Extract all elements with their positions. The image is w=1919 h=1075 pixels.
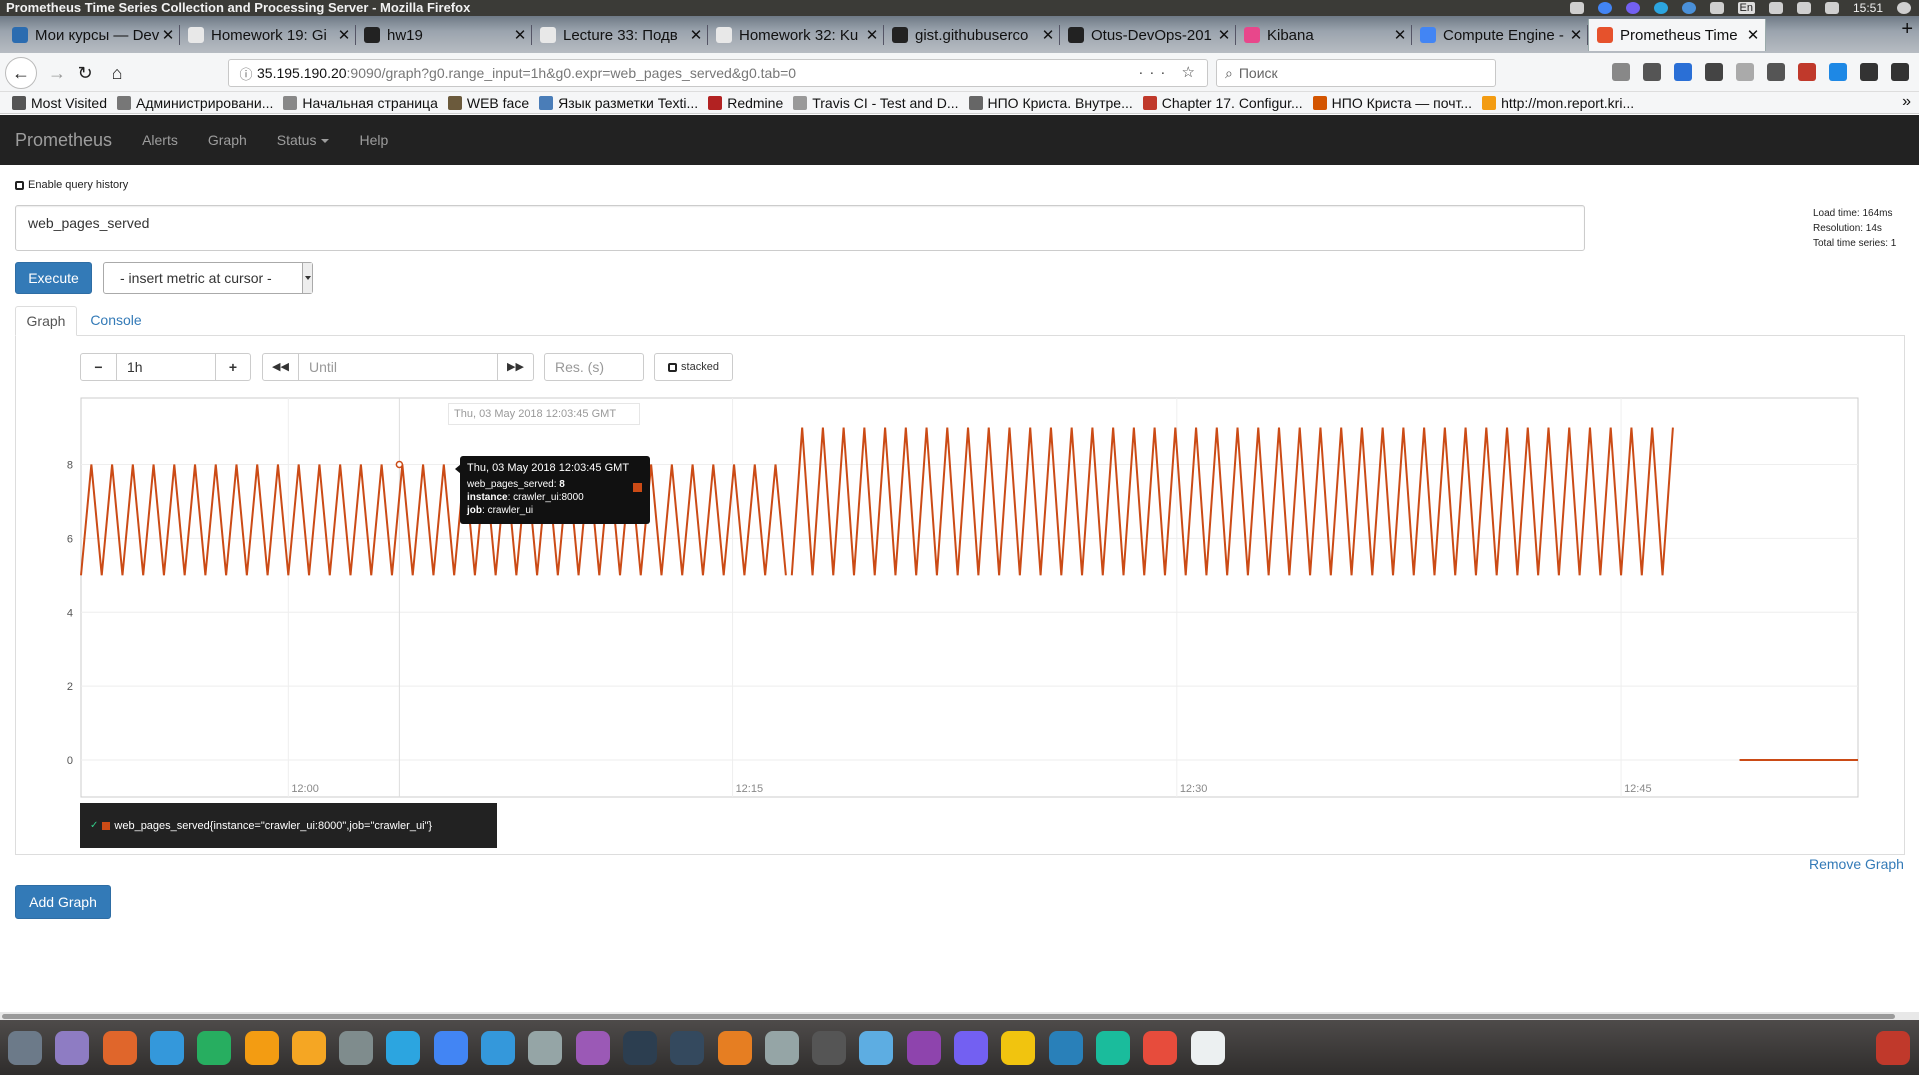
dock-app-icon[interactable]: [339, 1031, 374, 1065]
y-tick-label: 8: [67, 460, 73, 472]
remove-graph-link[interactable]: Remove Graph: [1809, 856, 1904, 872]
dock-app-icon[interactable]: [149, 1031, 184, 1065]
dock-app-icon[interactable]: [481, 1031, 515, 1065]
tooltip-instance: instance: crawler_ui:8000: [467, 492, 584, 503]
graph-legend[interactable]: ✓ web_pages_served{instance="crawler_ui:…: [80, 803, 497, 848]
data-tooltip: Thu, 03 May 2018 12:03:45 GMT web_pages_…: [460, 456, 650, 524]
dock-app-icon[interactable]: [812, 1031, 847, 1065]
tooltip-metric-key: web_pages_served: [467, 479, 554, 490]
y-tick-label: 0: [67, 755, 73, 767]
y-tick-label: 4: [67, 607, 73, 619]
tooltip-job-key: job: [467, 505, 482, 516]
y-tick-label: 6: [67, 533, 73, 545]
dock-app-icon[interactable]: [906, 1031, 941, 1065]
dock-app-icon[interactable]: [1095, 1031, 1130, 1065]
dock-app-icon[interactable]: [1001, 1031, 1036, 1065]
dock-app-icon[interactable]: [55, 1031, 90, 1065]
legend-swatch: [102, 821, 111, 830]
horizontal-scrollbar[interactable]: [0, 1012, 1919, 1020]
dock-app-icon[interactable]: [1190, 1031, 1225, 1065]
dock-app-icon[interactable]: [433, 1031, 468, 1065]
tab-graph[interactable]: Graph: [15, 306, 77, 336]
dock-app-icon[interactable]: [1048, 1031, 1083, 1065]
dock-app-icon[interactable]: [528, 1031, 563, 1065]
tooltip-instance-key: instance: [467, 492, 508, 503]
tooltip-metric-value: 8: [559, 479, 565, 490]
dock-app-icon[interactable]: [670, 1031, 705, 1065]
graph-chart[interactable]: 0 2 4 6 8 12:00 12:15 12:30 12:45: [0, 0, 1919, 1075]
legend-label: web_pages_served{instance="crawler_ui:80…: [114, 819, 433, 832]
check-icon: ✓: [90, 820, 99, 831]
dock-app-icon[interactable]: [717, 1031, 752, 1065]
tooltip-series-swatch: [633, 483, 642, 492]
x-tick-label: 12:30: [1180, 783, 1208, 795]
tooltip-instance-value: crawler_ui:8000: [513, 492, 584, 503]
tooltip-job-value: crawler_ui: [487, 505, 534, 516]
dock-taskbar: [0, 1020, 1919, 1075]
tooltip-title: Thu, 03 May 2018 12:03:45 GMT: [467, 462, 630, 474]
trash-icon[interactable]: [1876, 1031, 1910, 1065]
dock-app-icon[interactable]: [197, 1031, 232, 1065]
hover-point: [395, 460, 404, 469]
dock-app-icon[interactable]: [244, 1031, 279, 1065]
dock-app-icon[interactable]: [1143, 1031, 1178, 1065]
hover-time-label: Thu, 03 May 2018 12:03:45 GMT: [448, 403, 640, 425]
dock-app-icon[interactable]: [764, 1031, 799, 1065]
dock-app-icon[interactable]: [102, 1031, 137, 1065]
tooltip-job: job: crawler_ui: [467, 505, 534, 516]
x-tick-label: 12:15: [736, 783, 764, 795]
dock-app-icon[interactable]: [859, 1031, 894, 1065]
dock-app-icon[interactable]: [386, 1031, 421, 1065]
tooltip-metric: web_pages_served: 8: [467, 479, 565, 490]
scrollbar-thumb[interactable]: [2, 1014, 1895, 1019]
x-tick-label: 12:45: [1624, 783, 1652, 795]
y-tick-label: 2: [67, 681, 73, 693]
dock-app-icon[interactable]: [575, 1031, 610, 1065]
dock-app-icon[interactable]: [622, 1031, 657, 1065]
dock-app-icon[interactable]: [954, 1031, 988, 1065]
x-tick-label: 12:00: [291, 783, 319, 795]
dock-app-icon[interactable]: [8, 1031, 42, 1065]
dock-app-icon[interactable]: [291, 1031, 326, 1065]
add-graph-button[interactable]: Add Graph: [15, 885, 111, 919]
